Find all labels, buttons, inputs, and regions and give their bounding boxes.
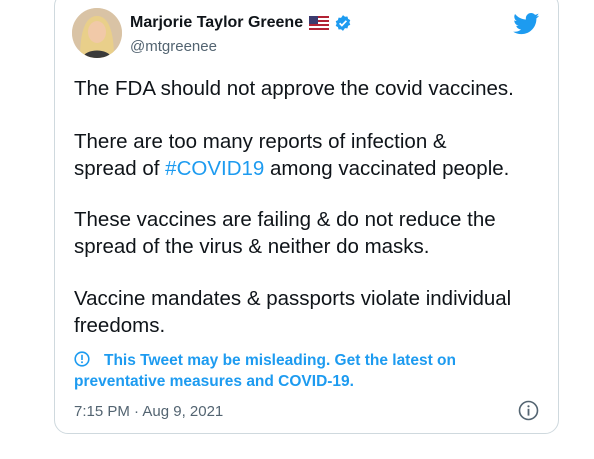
- verified-badge-icon: [334, 14, 352, 32]
- tweet-paragraph-1: The FDA should not approve the covid vac…: [74, 77, 514, 100]
- author-name[interactable]: Marjorie Taylor Greene: [130, 14, 303, 32]
- author-avatar[interactable]: [72, 8, 122, 58]
- hashtag-link[interactable]: #COVID19: [165, 157, 264, 180]
- tweet-paragraph-3-line-2: spread of the virus & neither do masks.: [74, 235, 430, 258]
- author-handle[interactable]: @mtgreenee: [130, 38, 217, 55]
- tweet-paragraph-2-line-1: There are too many reports of infection …: [74, 130, 447, 153]
- misleading-notice-link[interactable]: This Tweet may be misleading. Get the la…: [74, 350, 514, 392]
- tweet-paragraph-2-line-2: spread of #COVID19 among vaccinated peop…: [74, 155, 509, 182]
- notice-text-line-1[interactable]: This Tweet may be misleading. Get the la…: [104, 352, 456, 369]
- twitter-bird-icon[interactable]: [513, 13, 540, 35]
- paragraph-text: among vaccinated people.: [264, 157, 510, 180]
- author-name-row[interactable]: Marjorie Taylor Greene: [130, 14, 352, 32]
- us-flag-icon: [309, 16, 330, 30]
- info-icon[interactable]: [518, 400, 539, 421]
- paragraph-text: spread of: [74, 157, 166, 180]
- notice-text-line-2[interactable]: preventative measures and COVID-19.: [74, 373, 354, 390]
- tweet-timestamp[interactable]: 7:15 PM · Aug 9, 2021: [74, 403, 223, 420]
- tweet-paragraph-3-line-1: These vaccines are failing & do not redu…: [74, 208, 496, 231]
- tweet-paragraph-4-line-1: Vaccine mandates & passports violate ind…: [74, 287, 512, 310]
- exclamation-circle-icon: [74, 351, 90, 367]
- tweet-paragraph-4-line-2: freedoms.: [74, 314, 166, 337]
